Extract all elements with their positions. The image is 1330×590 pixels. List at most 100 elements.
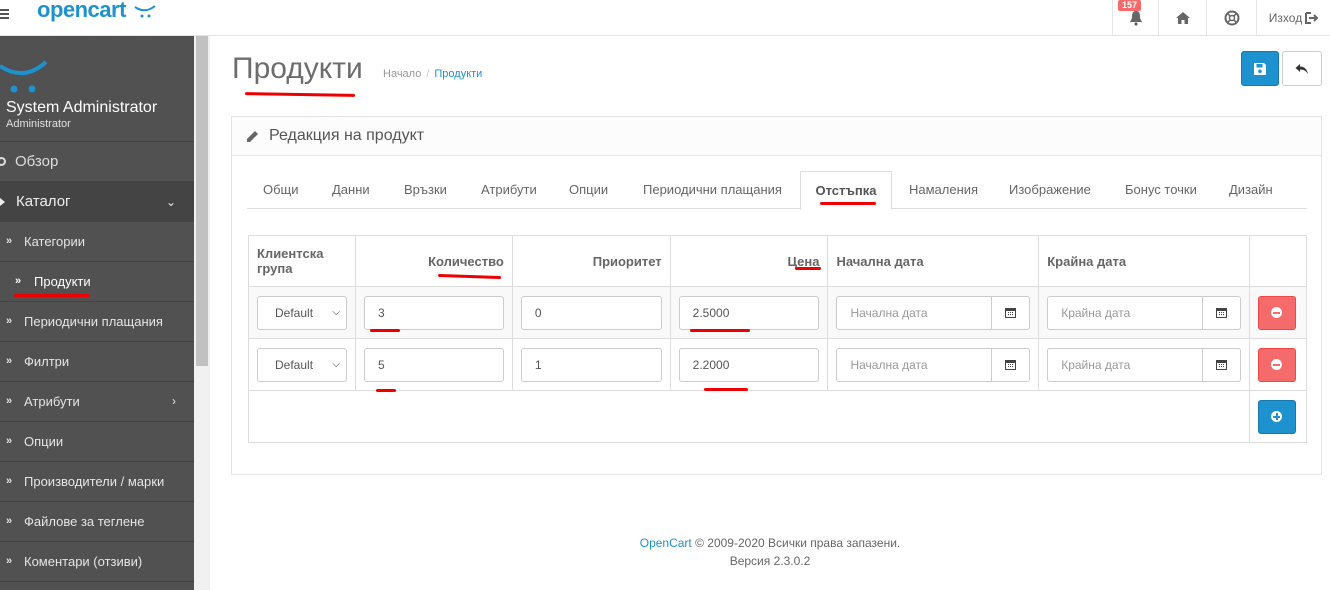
notifications-button[interactable]: 157: [1112, 0, 1158, 36]
top-header: opencart 157 Изход: [0, 0, 1330, 36]
page-footer: OpenCart © 2009-2020 Всички права запазе…: [210, 534, 1330, 570]
notifications-badge: 157: [1118, 0, 1142, 11]
edit-product-panel: Редакция на продукт Общи Данни Връзки Ат…: [231, 116, 1322, 475]
tab-options[interactable]: Опции: [559, 171, 618, 209]
double-angle-icon: »: [6, 395, 13, 407]
customer-group-select[interactable]: Default ⌵: [257, 295, 347, 330]
calendar-button[interactable]: [1202, 347, 1241, 382]
breadcrumb: Начало / Продукти: [383, 68, 483, 80]
sidebar-item-recurring[interactable]: » Периодични плащания: [0, 302, 194, 342]
help-button[interactable]: [1206, 0, 1256, 36]
sidebar-item-categories[interactable]: » Категории: [0, 222, 194, 262]
tab-links[interactable]: Връзки: [394, 171, 457, 209]
home-icon: [1175, 12, 1190, 24]
sidebar-item-attributes[interactable]: » Атрибути ›: [0, 382, 194, 422]
table-row: Default ⌵ 3 0 2.5000 Начална дата Крайна …: [248, 286, 1308, 339]
back-button[interactable]: [1282, 51, 1322, 86]
sidebar-scrollbar[interactable]: [194, 36, 210, 590]
save-button[interactable]: [1241, 51, 1279, 86]
breadcrumb-products[interactable]: Продукти: [434, 68, 482, 80]
breadcrumb-home[interactable]: Начало: [383, 68, 421, 80]
sidebar-item-catalog[interactable]: Каталог ⌄: [0, 182, 194, 222]
select-value: Default: [275, 305, 314, 320]
calendar-icon: [1005, 308, 1017, 318]
sidebar-item-label: Периодични плащания: [24, 314, 163, 329]
double-angle-icon: »: [6, 515, 13, 527]
sidebar-item-filters[interactable]: » Филтри: [0, 342, 194, 382]
annotation-underline: [704, 388, 748, 391]
scrollbar-thumb[interactable]: [196, 36, 208, 366]
sidebar-item-label: Категории: [24, 234, 85, 249]
menu-toggle-icon[interactable]: [0, 9, 12, 23]
sidebar-item-reviews[interactable]: » Коментари (отзиви): [0, 542, 194, 582]
chevron-right-icon: ›: [172, 394, 176, 408]
priority-input[interactable]: 0: [520, 295, 662, 330]
header-date-start: Начална дата: [827, 235, 1040, 287]
annotation-underline: [376, 389, 396, 392]
tab-recurring[interactable]: Периодични плащания: [633, 171, 792, 209]
logout-button[interactable]: Изход: [1256, 0, 1330, 36]
tab-attributes[interactable]: Атрибути: [471, 171, 547, 209]
quantity-input[interactable]: 5: [364, 347, 504, 382]
priority-input[interactable]: 1: [520, 347, 662, 382]
logout-label: Изход: [1268, 11, 1303, 25]
pencil-icon: [247, 130, 258, 142]
tab-data[interactable]: Данни: [322, 171, 380, 209]
sidebar-item-label: Каталог: [16, 193, 71, 210]
annotation-underline: [795, 267, 821, 270]
sidebar-item-downloads[interactable]: » Файлове за теглене: [0, 502, 194, 542]
discount-table: Клиентска група Количество Приоритет Цен…: [248, 235, 1308, 443]
table-header-row: Клиентска група Количество Приоритет Цен…: [248, 235, 1308, 287]
remove-discount-button[interactable]: [1257, 347, 1296, 382]
tab-special[interactable]: Намаления: [899, 171, 988, 209]
date-end-input[interactable]: Крайна дата: [1047, 295, 1203, 330]
quantity-input[interactable]: 3: [364, 295, 504, 330]
tab-reward-points[interactable]: Бонус точки: [1115, 171, 1207, 209]
date-end-group: Крайна дата: [1047, 295, 1241, 330]
chevron-down-icon: ⌵: [332, 306, 340, 318]
tab-image[interactable]: Изображение: [999, 171, 1101, 209]
home-button[interactable]: [1158, 0, 1206, 36]
customer-group-select[interactable]: Default ⌵: [257, 347, 347, 382]
cart-logo-icon: [0, 60, 48, 93]
price-input[interactable]: 2.5000: [678, 295, 820, 330]
copyright-text: © 2009-2020 Всички права запазени.: [695, 536, 901, 550]
chevron-down-icon: ⌵: [332, 358, 340, 370]
double-angle-icon: »: [6, 435, 13, 447]
annotation-underline: [14, 294, 90, 297]
user-profile[interactable]: System Administrator Administrator: [0, 36, 194, 142]
sidebar-item-label: Атрибути: [24, 394, 80, 409]
remove-discount-button[interactable]: [1257, 295, 1296, 330]
date-end-input[interactable]: Крайна дата: [1047, 347, 1203, 382]
main-content: Продукти Начало / Продукти Редакция на про…: [210, 36, 1330, 590]
calendar-button[interactable]: [992, 347, 1031, 382]
calendar-icon: [1215, 308, 1227, 318]
annotation-underline: [370, 329, 400, 332]
bell-icon: [1129, 11, 1142, 26]
user-name: System Administrator: [6, 99, 158, 116]
tab-design[interactable]: Дизайн: [1219, 171, 1283, 209]
cart-logo-icon: [133, 5, 156, 18]
header-price: Цена: [669, 235, 829, 287]
panel-heading: Редакция на продукт: [232, 117, 1321, 156]
reply-icon: [1295, 63, 1308, 74]
calendar-button[interactable]: [1202, 295, 1241, 330]
footer-copyright-line: OpenCart © 2009-2020 Всички права запазе…: [210, 534, 1330, 552]
tab-general[interactable]: Общи: [253, 171, 309, 209]
date-end-group: Крайна дата: [1047, 347, 1241, 382]
date-start-input[interactable]: Начална дата: [836, 295, 993, 330]
price-input[interactable]: 2.2000: [678, 347, 820, 382]
date-start-input[interactable]: Начална дата: [836, 347, 993, 382]
date-start-group: Начална дата: [836, 347, 1031, 382]
life-ring-icon: [1224, 10, 1239, 26]
opencart-logo[interactable]: opencart: [37, 0, 156, 23]
sidebar-item-options[interactable]: » Опции: [0, 422, 194, 462]
sidebar-item-manufacturers[interactable]: » Производители / марки: [0, 462, 194, 502]
minus-circle-icon: [1271, 359, 1283, 370]
calendar-button[interactable]: [992, 295, 1031, 330]
sidebar-item-dashboard[interactable]: Обзор: [0, 142, 194, 182]
add-discount-button[interactable]: [1257, 399, 1296, 434]
calendar-icon: [1005, 360, 1017, 370]
opencart-link[interactable]: OpenCart: [640, 536, 692, 550]
sidebar-item-label: Опции: [24, 434, 64, 449]
